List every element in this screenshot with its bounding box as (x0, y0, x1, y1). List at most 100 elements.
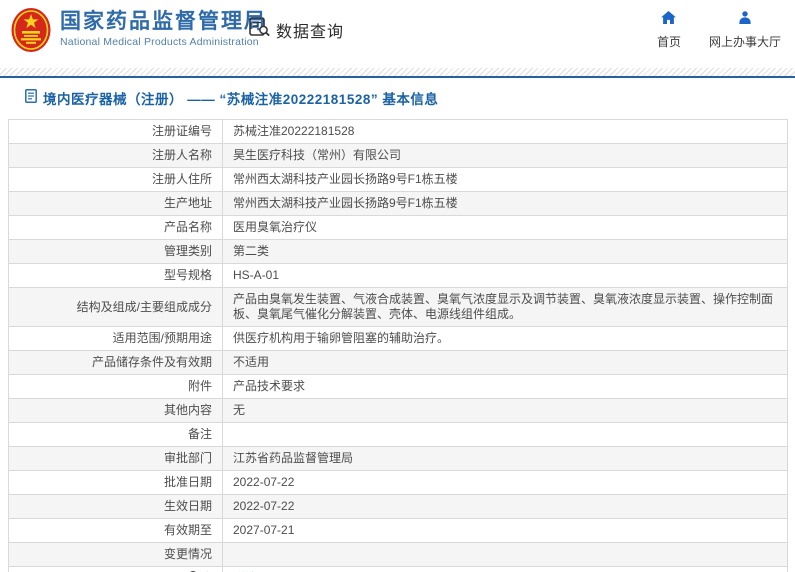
row-label: 注 (8, 566, 223, 572)
home-icon (661, 11, 677, 29)
blue-rule (0, 76, 795, 78)
table-row: 注详情 (8, 566, 788, 572)
user-icon (738, 11, 752, 29)
table-row: 注册人名称 昊生医疗科技（常州）有限公司 (8, 143, 788, 168)
row-label-text: 注册证编号 (151, 124, 212, 138)
row-value-text: 江苏省药品监督管理局 (233, 451, 354, 465)
national-emblem-icon (11, 7, 51, 53)
row-value-text: 2027-07-21 (233, 523, 295, 537)
row-label-text: 适用范围/预期用途 (112, 331, 212, 345)
row-label: 附件 (8, 374, 223, 399)
agency-name-en: National Medical Products Administration (60, 36, 259, 48)
row-label-text: 产品名称 (163, 220, 212, 234)
row-label-text: 变更情况 (163, 547, 212, 561)
row-label: 其他内容 (8, 398, 223, 423)
table-row: 审批部门 江苏省药品监督管理局 (8, 446, 788, 471)
row-value-text: 医用臭氧治疗仪 (233, 220, 318, 234)
row-value (222, 542, 788, 567)
table-row: 适用范围/预期用途 供医疗机构用于输卵管阻塞的辅助治疗。 (8, 326, 788, 351)
row-value-text: 常州西太湖科技产业园长扬路9号F1栋五楼 (233, 196, 458, 210)
row-value (222, 422, 788, 447)
nav-home-label: 首页 (656, 35, 681, 49)
table-row: 产品名称 医用臭氧治疗仪 (8, 215, 788, 240)
row-label: 结构及组成/主要组成成分 (8, 287, 223, 327)
row-label-text: 注册人名称 (151, 148, 212, 162)
info-table-body: 注册证编号 苏械注准20222181528 注册人名称 昊生医疗科技（常州）有限公司注… (8, 119, 788, 572)
row-value: 江苏省药品监督管理局 (222, 446, 788, 471)
row-value-text: 第二类 (233, 244, 270, 258)
table-row: 生效日期 2022-07-22 (8, 494, 788, 519)
row-value-text: 昊生医疗科技（常州）有限公司 (233, 148, 402, 162)
row-label-text: 注册人住所 (151, 172, 212, 186)
row-value-text: HS-A-01 (233, 268, 280, 282)
table-row: 备注 (8, 422, 788, 447)
table-row: 变更情况 (8, 542, 788, 567)
row-value-text: 不适用 (233, 355, 270, 369)
row-label-text: 产品储存条件及有效期 (91, 355, 212, 369)
row-label: 生效日期 (8, 494, 223, 519)
row-label: 备注 (8, 422, 223, 447)
data-query-tab[interactable]: 数据查询 (249, 17, 344, 42)
row-value: 2027-07-21 (222, 518, 788, 543)
row-label-text: 管理类别 (163, 244, 212, 258)
row-label: 管理类别 (8, 239, 223, 264)
site-header: 国家药品监督管理局 National Medical Products Admi… (0, 0, 795, 68)
row-value-text: 2022-07-22 (233, 475, 295, 489)
page-title: 境内医疗器械（注册） —— “苏械注准20222181528” 基本信息 (43, 92, 439, 107)
row-value-text: 2022-07-22 (233, 499, 295, 513)
row-label-text: 结构及组成/主要组成成分 (76, 299, 212, 314)
table-row: 附件 产品技术要求 (8, 374, 788, 399)
table-row: 型号规格 HS-A-01 (8, 263, 788, 288)
nav-item-home[interactable]: 首页 (657, 11, 681, 50)
registration-info-table-wrap: 注册证编号 苏械注准20222181528 注册人名称 昊生医疗科技（常州）有限公司注… (8, 119, 795, 572)
table-row: 有效期至 2027-07-21 (8, 518, 788, 543)
row-value-text: 无 (233, 403, 246, 417)
agency-title-block: 国家药品监督管理局 National Medical Products Admi… (60, 10, 267, 48)
row-value: 苏械注准20222181528 (222, 119, 788, 144)
row-value: 详情 (222, 566, 788, 572)
table-row: 批准日期 2022-07-22 (8, 470, 788, 495)
row-label: 注册证编号 (8, 119, 223, 144)
row-label-text: 批准日期 (163, 475, 212, 489)
row-label: 变更情况 (8, 542, 223, 567)
data-query-label: 数据查询 (276, 23, 345, 41)
row-value: HS-A-01 (222, 263, 788, 288)
row-label-text: 附件 (187, 379, 212, 393)
table-row: 产品储存条件及有效期 不适用 (8, 350, 788, 375)
row-label-text: 其他内容 (163, 403, 212, 417)
row-value: 供医疗机构用于输卵管阻塞的辅助治疗。 (222, 326, 788, 351)
row-value-text: 供医疗机构用于输卵管阻塞的辅助治疗。 (233, 331, 450, 345)
row-label-text: 审批部门 (163, 451, 212, 465)
row-value: 无 (222, 398, 788, 423)
row-label: 审批部门 (8, 446, 223, 471)
table-row: 管理类别 第二类 (8, 239, 788, 264)
row-value-text: 产品技术要求 (233, 379, 306, 393)
nav-service-hall-label: 网上办事大厅 (708, 35, 781, 49)
table-row: 结构及组成/主要组成成分 产品由臭氧发生装置、气液合成装置、臭氧气浓度显示及调节装… (8, 287, 788, 327)
agency-name-zh: 国家药品监督管理局 (60, 10, 267, 33)
data-query-icon (249, 17, 271, 42)
row-value: 常州西太湖科技产业园长扬路9号F1栋五楼 (222, 167, 788, 192)
row-value: 昊生医疗科技（常州）有限公司 (222, 143, 788, 168)
row-value: 产品由臭氧发生装置、气液合成装置、臭氧气浓度显示及调节装置、臭氧液浓度显示装置、… (222, 287, 788, 327)
row-label: 产品名称 (8, 215, 223, 240)
nav-item-service-hall[interactable]: 网上办事大厅 (709, 11, 781, 50)
row-label: 批准日期 (8, 470, 223, 495)
row-value: 2022-07-22 (222, 470, 788, 495)
row-value: 第二类 (222, 239, 788, 264)
row-label: 产品储存条件及有效期 (8, 350, 223, 375)
row-value-text: 产品由臭氧发生装置、气液合成装置、臭氧气浓度显示及调节装置、臭氧液浓度显示装置、… (233, 292, 774, 321)
row-label: 有效期至 (8, 518, 223, 543)
row-label-text: 生产地址 (163, 196, 212, 210)
table-row: 其他内容 无 (8, 398, 788, 423)
row-value: 2022-07-22 (222, 494, 788, 519)
top-nav: 首页 网上办事大厅 (657, 11, 781, 50)
table-row: 注册人住所 常州西太湖科技产业园长扬路9号F1栋五楼 (8, 167, 788, 192)
row-label-text: 生效日期 (163, 499, 212, 513)
row-label: 生产地址 (8, 191, 223, 216)
row-label: 型号规格 (8, 263, 223, 288)
row-value-text: 常州西太湖科技产业园长扬路9号F1栋五楼 (233, 172, 458, 186)
row-label-text: 备注 (187, 427, 212, 441)
row-label-text: 型号规格 (163, 268, 212, 282)
registration-info-table: 注册证编号 苏械注准20222181528 注册人名称 昊生医疗科技（常州）有限公司注… (8, 119, 788, 572)
